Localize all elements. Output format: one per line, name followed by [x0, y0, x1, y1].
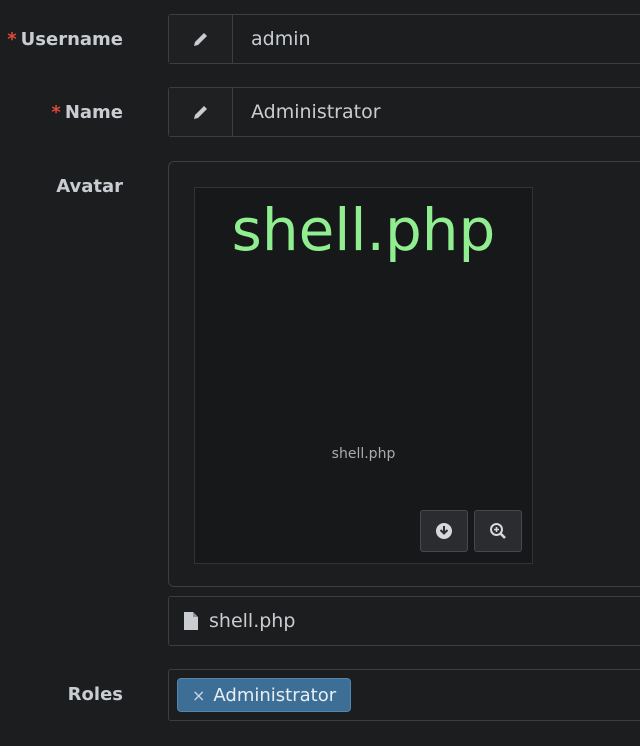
role-tag-administrator: × Administrator [177, 678, 352, 712]
zoom-in-icon [490, 523, 506, 539]
username-field[interactable]: admin [168, 14, 640, 64]
avatar-label: Avatar [56, 176, 123, 197]
username-label: * Username [7, 29, 123, 50]
name-label: * Name [51, 102, 123, 123]
roles-select[interactable]: × Administrator [168, 669, 640, 721]
avatar-preview-image-text: shell.php [231, 196, 496, 264]
required-mark: * [51, 102, 61, 123]
username-input[interactable]: admin [233, 28, 311, 50]
avatar-upload-area[interactable]: shell.php shell.php [168, 161, 640, 587]
file-icon [184, 612, 198, 630]
avatar-preview-caption: shell.php [331, 446, 396, 462]
remove-tag-icon[interactable]: × [192, 686, 205, 705]
username-addon [169, 15, 233, 63]
roles-label: Roles [67, 684, 123, 705]
pencil-icon [193, 104, 208, 119]
avatar-file-name: shell.php [209, 610, 296, 632]
download-button[interactable] [420, 510, 468, 552]
name-addon [169, 88, 233, 136]
zoom-button[interactable] [474, 510, 522, 552]
download-icon [436, 523, 452, 539]
avatar-file-bar: shell.php [168, 596, 640, 646]
required-mark: * [7, 29, 17, 50]
pencil-icon [193, 31, 208, 46]
name-input[interactable]: Administrator [233, 101, 381, 123]
role-tag-label: Administrator [213, 684, 337, 706]
avatar-preview: shell.php shell.php [194, 187, 533, 564]
name-field[interactable]: Administrator [168, 87, 640, 137]
